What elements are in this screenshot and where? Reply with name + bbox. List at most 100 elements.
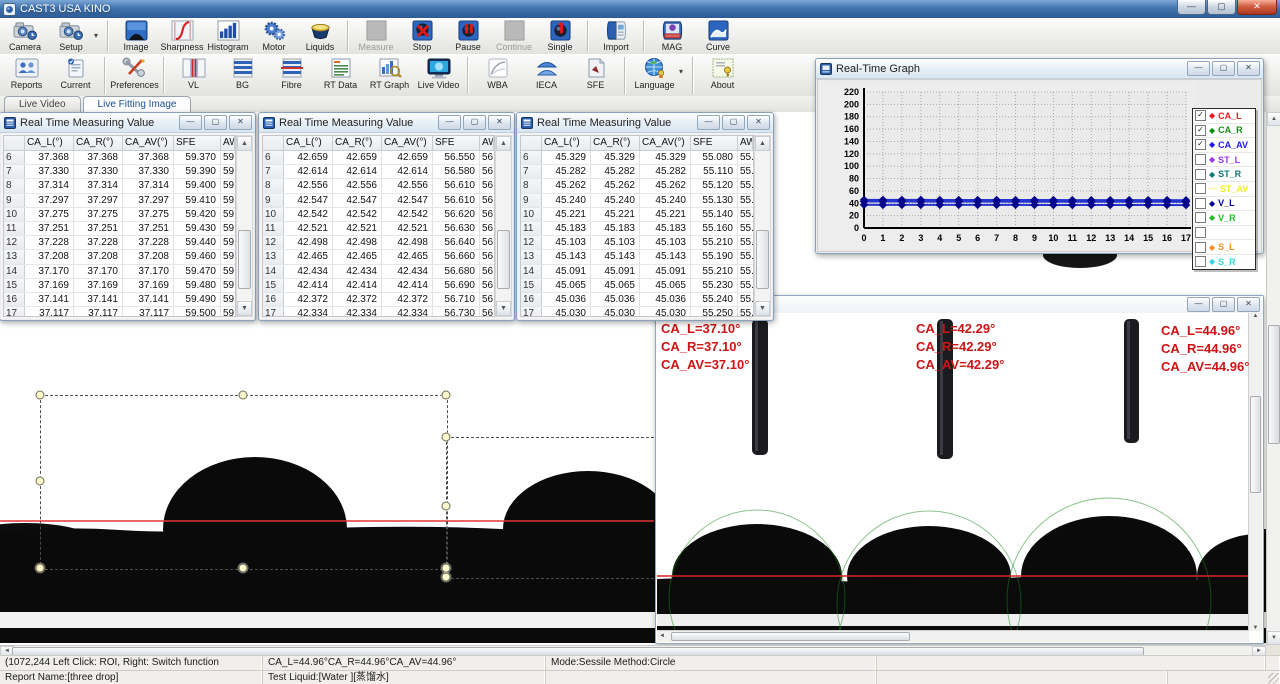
tab-live-fitting-image[interactable]: Live Fitting Image [83, 96, 192, 112]
legend-checkbox[interactable] [1195, 183, 1206, 194]
table-row[interactable]: 1745.03045.03045.03055.25055.250 [521, 307, 753, 317]
roi-handle[interactable] [442, 391, 451, 400]
toolbar-button-curve[interactable]: Curve [695, 19, 741, 52]
toolbar-button-histogram[interactable]: Histogram [205, 19, 251, 52]
column-header[interactable]: CA_AV(°) [123, 136, 174, 150]
roi-handle[interactable] [442, 564, 451, 573]
table-row[interactable]: 737.33037.33037.33059.39059.390 [4, 165, 235, 179]
column-header[interactable]: SFE [174, 136, 221, 150]
close-button[interactable]: ✕ [229, 115, 252, 130]
table-row[interactable]: 1542.41442.41442.41456.69056.690 [263, 279, 494, 293]
toolbar-button-setup[interactable]: Setup [48, 19, 94, 52]
table-row[interactable]: 1642.37242.37242.37256.71056.710 [263, 293, 494, 307]
toolbar-button-single[interactable]: Single [537, 19, 583, 52]
roi-handle[interactable] [36, 564, 45, 573]
minimize-button[interactable]: — [1187, 61, 1210, 76]
legend-checkbox[interactable] [1195, 169, 1206, 180]
resize-grip[interactable] [1268, 673, 1279, 684]
maximize-button[interactable]: ▢ [1212, 297, 1235, 312]
legend-checkbox[interactable] [1195, 256, 1206, 267]
toolbar-button-rt-data[interactable]: RT Data [316, 55, 365, 90]
scrollbar-thumb[interactable] [1250, 396, 1261, 493]
toolbar-button-preferences[interactable]: Preferences [110, 55, 159, 90]
scroll-left-icon[interactable]: ◄ [659, 633, 665, 639]
column-header[interactable]: AW [221, 136, 235, 150]
table-row[interactable]: 1342.46542.46542.46556.66056.660 [263, 250, 494, 264]
table-row[interactable]: 1345.14345.14345.14355.19055.190 [521, 250, 753, 264]
table-row[interactable]: 845.26245.26245.26255.12055.120 [521, 179, 753, 193]
close-button[interactable]: ✕ [1237, 297, 1260, 312]
table-row[interactable]: 742.61442.61442.61456.58056.580 [263, 165, 494, 179]
table-row[interactable]: 645.32945.32945.32955.08055.080 [521, 151, 753, 165]
close-button[interactable]: ✕ [1237, 61, 1260, 76]
toolbar-button-current[interactable]: Current [51, 55, 100, 90]
tab-live-video[interactable]: Live Video [4, 96, 81, 112]
legend-item-ca-r[interactable]: ✓◆CA_R [1193, 124, 1255, 139]
column-header[interactable]: SFE [433, 136, 480, 150]
table-row[interactable]: 642.65942.65942.65956.55056.550 [263, 151, 494, 165]
column-header[interactable]: CA_L(°) [542, 136, 591, 150]
roi-handle[interactable] [442, 502, 451, 511]
table-row[interactable]: 637.36837.36837.36859.37059.370 [4, 151, 235, 165]
toolbar-button-bg[interactable]: BG [218, 55, 267, 90]
legend-item-v-r[interactable]: ◆V_R [1193, 211, 1255, 226]
table-row[interactable]: 937.29737.29737.29759.41059.410 [4, 194, 235, 208]
table-row[interactable]: 1742.33442.33442.33456.73056.730 [263, 307, 494, 317]
roi-box[interactable] [446, 437, 654, 579]
toolbar-button-mag[interactable]: MAG [649, 19, 695, 52]
close-button[interactable]: ✕ [747, 115, 770, 130]
table-row[interactable]: 1145.18345.18345.18355.16055.160 [521, 222, 753, 236]
dropdown-arrow-icon[interactable]: ▾ [679, 55, 688, 76]
scrollbar-thumb[interactable] [756, 230, 769, 290]
main-vertical-scrollbar[interactable]: ▲ ▼ [1266, 112, 1280, 645]
fitting-horizontal-scrollbar[interactable]: ◄ [657, 630, 1249, 642]
toolbar-button-motor[interactable]: Motor [251, 19, 297, 52]
table-row[interactable]: 745.28245.28245.28255.11055.110 [521, 165, 753, 179]
minimize-button[interactable]: — [1177, 0, 1206, 15]
maximize-button[interactable]: ▢ [1212, 61, 1235, 76]
toolbar-button-about[interactable]: About [698, 55, 747, 90]
table-row[interactable]: 842.55642.55642.55656.61056.610 [263, 179, 494, 193]
roi-handle[interactable] [239, 391, 248, 400]
table-row[interactable]: 1545.06545.06545.06555.23055.230 [521, 279, 753, 293]
toolbar-button-import[interactable]: Import [593, 19, 639, 52]
fitting-vertical-scrollbar[interactable]: ▲ ▼ [1248, 313, 1262, 631]
roi-handle[interactable] [239, 564, 248, 573]
legend-checkbox[interactable] [1195, 198, 1206, 209]
legend-item-st-r[interactable]: ◆ST_R [1193, 167, 1255, 182]
toolbar-button-pause[interactable]: Pause [445, 19, 491, 52]
roi-handle[interactable] [36, 391, 45, 400]
scroll-down-icon[interactable]: ▼ [755, 301, 770, 316]
legend-checkbox[interactable] [1195, 212, 1206, 223]
minimize-button[interactable]: — [1187, 297, 1210, 312]
toolbar-button-sfe[interactable]: SFE [571, 55, 620, 90]
legend-checkbox[interactable] [1195, 154, 1206, 165]
table-row[interactable]: 1142.52142.52142.52156.63056.630 [263, 222, 494, 236]
maximize-button[interactable]: ▢ [1207, 0, 1236, 15]
scrollbar-thumb[interactable] [1268, 325, 1280, 444]
toolbar-button-reports[interactable]: Reports [2, 55, 51, 90]
roi-handle[interactable] [442, 573, 451, 582]
toolbar-button-ieca[interactable]: IECA [522, 55, 571, 90]
table-row[interactable]: 1437.17037.17037.17059.47059.470 [4, 265, 235, 279]
maximize-button[interactable]: ▢ [204, 115, 227, 130]
legend-checkbox[interactable] [1195, 242, 1206, 253]
scroll-down-icon[interactable]: ▼ [1267, 631, 1280, 645]
legend-item-s-r[interactable]: ◆S_R [1193, 255, 1255, 269]
toolbar-button-live-video[interactable]: Live Video [414, 55, 463, 90]
table-row[interactable]: 1242.49842.49842.49856.64056.640 [263, 236, 494, 250]
scrollbar-thumb[interactable] [238, 230, 251, 290]
legend-checkbox[interactable]: ✓ [1195, 110, 1206, 121]
roi-handle[interactable] [36, 477, 45, 486]
roi-box[interactable] [40, 395, 448, 570]
scroll-down-icon[interactable]: ▼ [496, 301, 511, 316]
table-row[interactable]: 1442.43442.43442.43456.68056.680 [263, 265, 494, 279]
scroll-down-icon[interactable]: ▼ [1249, 625, 1262, 631]
legend-item-st-l[interactable]: ◆ST_L [1193, 153, 1255, 168]
column-header[interactable]: CA_R(°) [591, 136, 640, 150]
table-row[interactable]: 1045.22145.22145.22155.14055.140 [521, 208, 753, 222]
close-button[interactable]: ✕ [488, 115, 511, 130]
table-row[interactable]: 837.31437.31437.31459.40059.400 [4, 179, 235, 193]
table-row[interactable]: 1645.03645.03645.03655.24055.240 [521, 293, 753, 307]
scroll-up-icon[interactable]: ▲ [755, 136, 770, 151]
